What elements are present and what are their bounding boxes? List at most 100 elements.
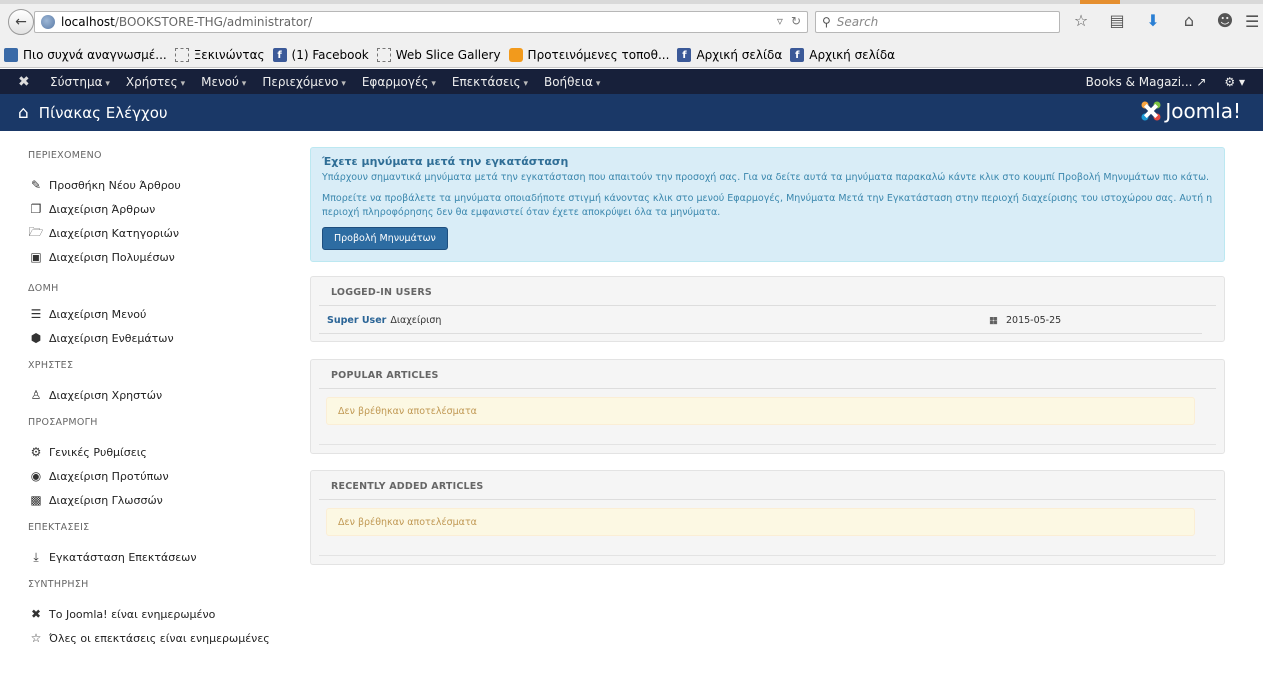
alert-text: Μπορείτε να προβάλετε τα μηνύματα οποιαδ… bbox=[322, 193, 1213, 218]
facebook-icon: f bbox=[677, 48, 692, 62]
page-icon bbox=[376, 48, 391, 62]
menu-help[interactable]: Βοήθεια bbox=[544, 75, 600, 89]
download-icon[interactable]: ⬇ bbox=[1142, 11, 1164, 30]
home-icon: ⌂ bbox=[18, 102, 29, 123]
divider bbox=[319, 305, 1216, 306]
address-bar[interactable]: localhost/BOOKSTORE-THG/administrator/ ▿… bbox=[34, 11, 808, 33]
comments-icon: ▩ bbox=[30, 493, 42, 507]
facebook-icon: f bbox=[272, 48, 287, 62]
search-icon: ⚲ bbox=[822, 15, 831, 29]
dropdown-icon[interactable]: ▿ bbox=[777, 14, 783, 28]
download-icon: ⤓ bbox=[33, 549, 39, 564]
bookmark-most-visited[interactable]: Πιο συχνά αναγνωσμέ... bbox=[4, 48, 167, 62]
menu-extensions[interactable]: Επεκτάσεις bbox=[452, 75, 528, 89]
page-icon bbox=[174, 48, 189, 62]
user-role: Διαχείριση bbox=[390, 314, 442, 326]
list-icon: ☰ bbox=[30, 307, 42, 321]
gear-icon: ⚙ bbox=[30, 445, 42, 459]
search-placeholder: Search bbox=[836, 15, 879, 29]
menu-system[interactable]: Σύστημα bbox=[50, 75, 110, 89]
sidebar-section-title: ΕΠΕΚΤΑΣΕΙΣ bbox=[28, 522, 90, 533]
arrow-left-icon: ← bbox=[15, 14, 27, 30]
view-messages-button[interactable]: Προβολή Μηνυμάτων bbox=[322, 227, 448, 250]
popular-articles-panel: POPULAR ARTICLES Δεν βρέθηκαν αποτελέσμα… bbox=[310, 359, 1225, 454]
bookmark-web-slice[interactable]: Web Slice Gallery bbox=[376, 48, 501, 62]
sidebar-item-joomla-updated[interactable]: ✖ Το Joomla! είναι ενημερωμένο bbox=[28, 602, 288, 626]
sidebar-item-categories[interactable]: 🗁 Διαχείριση Κατηγοριών bbox=[28, 221, 288, 245]
bookmark-home-1[interactable]: f Αρχική σελίδα bbox=[677, 48, 782, 62]
postinstall-alert: Έχετε μηνύματα μετά την εγκατάσταση Υπάρ… bbox=[310, 147, 1225, 262]
login-date: ▦ 2015-05-25 bbox=[989, 314, 1062, 326]
tab-strip bbox=[0, 0, 1263, 4]
bulb-icon bbox=[508, 48, 523, 62]
joomla-icon[interactable]: ✖ bbox=[18, 74, 36, 90]
site-link[interactable]: Books & Magazi... ↗ bbox=[1086, 75, 1207, 89]
sidebar-item-install-extensions[interactable]: ⤓ Εγκατάσταση Επεκτάσεων bbox=[28, 545, 288, 569]
home-icon[interactable]: ⌂ bbox=[1178, 11, 1200, 30]
calendar-icon: ▦ bbox=[989, 314, 998, 326]
facebook-icon: f bbox=[790, 48, 805, 62]
hamburger-menu-icon[interactable]: ☰ bbox=[1245, 12, 1259, 31]
bookmark-facebook[interactable]: f (1) Facebook bbox=[272, 48, 369, 62]
sidebar-section-title: ΣΥΝΤΗΡΗΣΗ bbox=[28, 579, 89, 590]
cube-icon: ⬢ bbox=[30, 331, 42, 345]
recent-articles-panel: RECENTLY ADDED ARTICLES Δεν βρέθηκαν απο… bbox=[310, 470, 1225, 565]
logged-in-users-panel: LOGGED-IN USERS Super User Διαχείριση ▦ 2… bbox=[310, 276, 1225, 342]
divider bbox=[319, 444, 1216, 445]
active-tab-accent bbox=[1080, 0, 1120, 4]
alert-title: Έχετε μηνύματα μετά την εγκατάσταση bbox=[322, 155, 569, 168]
menu-content[interactable]: Περιεχόμενο bbox=[262, 75, 346, 89]
user-link[interactable]: Super User bbox=[327, 315, 386, 326]
search-input[interactable]: ⚲ Search bbox=[815, 11, 1060, 33]
alert-text: Υπάρχουν σημαντικά μηνύματα μετά την εγκ… bbox=[322, 172, 1210, 183]
table-row: Super User Διαχείριση ▦ 2015-05-25 bbox=[319, 307, 1202, 334]
sidebar-item-global-config[interactable]: ⚙ Γενικές Ρυθμίσεις bbox=[28, 440, 288, 464]
sidebar-section-title: ΧΡΗΣΤΕΣ bbox=[28, 360, 74, 371]
no-results-message: Δεν βρέθηκαν αποτελέσματα bbox=[326, 508, 1195, 536]
sidebar-item-articles[interactable]: ❐ Διαχείριση Άρθρων bbox=[28, 197, 288, 221]
url-host: localhost bbox=[61, 15, 115, 29]
settings-gear-icon[interactable]: ⚙ ▾ bbox=[1224, 75, 1245, 89]
admin-navbar: ✖ Σύστημα Χρήστες Μενού Περιεχόμενο Εφαρ… bbox=[0, 69, 1263, 94]
reload-icon[interactable]: ↻ bbox=[791, 14, 801, 28]
bookmarks-toolbar: Πιο συχνά αναγνωσμέ... Ξεκινώντας f (1) F… bbox=[0, 44, 1263, 66]
sidebar-item-modules[interactable]: ⬢ Διαχείριση Ενθεμάτων bbox=[28, 326, 288, 350]
menu-menus[interactable]: Μενού bbox=[201, 75, 246, 89]
sidebar-item-templates[interactable]: ◉ Διαχείριση Προτύπων bbox=[28, 464, 288, 488]
bookmark-home-2[interactable]: f Αρχική σελίδα bbox=[790, 48, 895, 62]
bookmark-getting-started[interactable]: Ξεκινώντας bbox=[174, 48, 265, 62]
panel-title: LOGGED-IN USERS bbox=[331, 287, 432, 298]
no-results-message: Δεν βρέθηκαν αποτελέσματα bbox=[326, 397, 1195, 425]
sidebar: ΠΕΡΙΕΧΟΜΕΝΟ ✎ Προσθήκη Νέου Άρθρου ❐ Διαχε… bbox=[28, 150, 288, 650]
panel-title: RECENTLY ADDED ARTICLES bbox=[331, 481, 484, 492]
sidebar-item-menus[interactable]: ☰ Διαχείριση Μενού bbox=[28, 302, 288, 326]
globe-icon bbox=[41, 15, 55, 29]
joomla-icon: ✖ bbox=[30, 607, 42, 621]
smiley-icon[interactable]: ☻ bbox=[1214, 11, 1236, 30]
back-button[interactable]: ← bbox=[8, 9, 34, 35]
bookmark-suggested-sites[interactable]: Προτεινόμενες τοποθ... bbox=[508, 48, 669, 62]
folder-icon bbox=[4, 48, 18, 62]
sidebar-item-extensions-updated[interactable]: ☆ Όλες οι επεκτάσεις είναι ενημερωμένες bbox=[28, 626, 288, 650]
sidebar-section-title: ΠΡΟΣΑΡΜΟΓΗ bbox=[28, 417, 98, 428]
sidebar-item-users[interactable]: ♙ Διαχείριση Χρηστών bbox=[28, 383, 288, 407]
bookmark-star-icon[interactable]: ☆ bbox=[1070, 11, 1092, 30]
url-path: /BOOKSTORE-THG/administrator/ bbox=[114, 15, 313, 29]
bookmarks-list-icon[interactable]: ▤ bbox=[1106, 11, 1128, 30]
sidebar-item-media[interactable]: ▣ Διαχείριση Πολυμέσων bbox=[28, 245, 288, 269]
copy-icon: ❐ bbox=[30, 202, 42, 216]
divider bbox=[319, 499, 1216, 500]
image-icon: ▣ bbox=[30, 250, 42, 264]
menu-components[interactable]: Εφαρμογές bbox=[362, 75, 436, 89]
sidebar-section-title: ΠΕΡΙΕΧΟΜΕΝΟ bbox=[28, 150, 102, 161]
sidebar-item-languages[interactable]: ▩ Διαχείριση Γλωσσών bbox=[28, 488, 288, 512]
users-icon: ♙ bbox=[30, 388, 42, 402]
page-title: Πίνακας Ελέγχου bbox=[38, 103, 168, 122]
sidebar-section-title: ΔΟΜΗ bbox=[28, 283, 59, 294]
page-header: ⌂ Πίνακας Ελέγχου Joomla! bbox=[0, 94, 1263, 131]
menu-users[interactable]: Χρήστες bbox=[126, 75, 185, 89]
divider bbox=[319, 555, 1216, 556]
sidebar-item-add-article[interactable]: ✎ Προσθήκη Νέου Άρθρου bbox=[28, 173, 288, 197]
folder-icon: 🗁 bbox=[28, 224, 44, 239]
external-link-icon: ↗ bbox=[1196, 74, 1207, 89]
